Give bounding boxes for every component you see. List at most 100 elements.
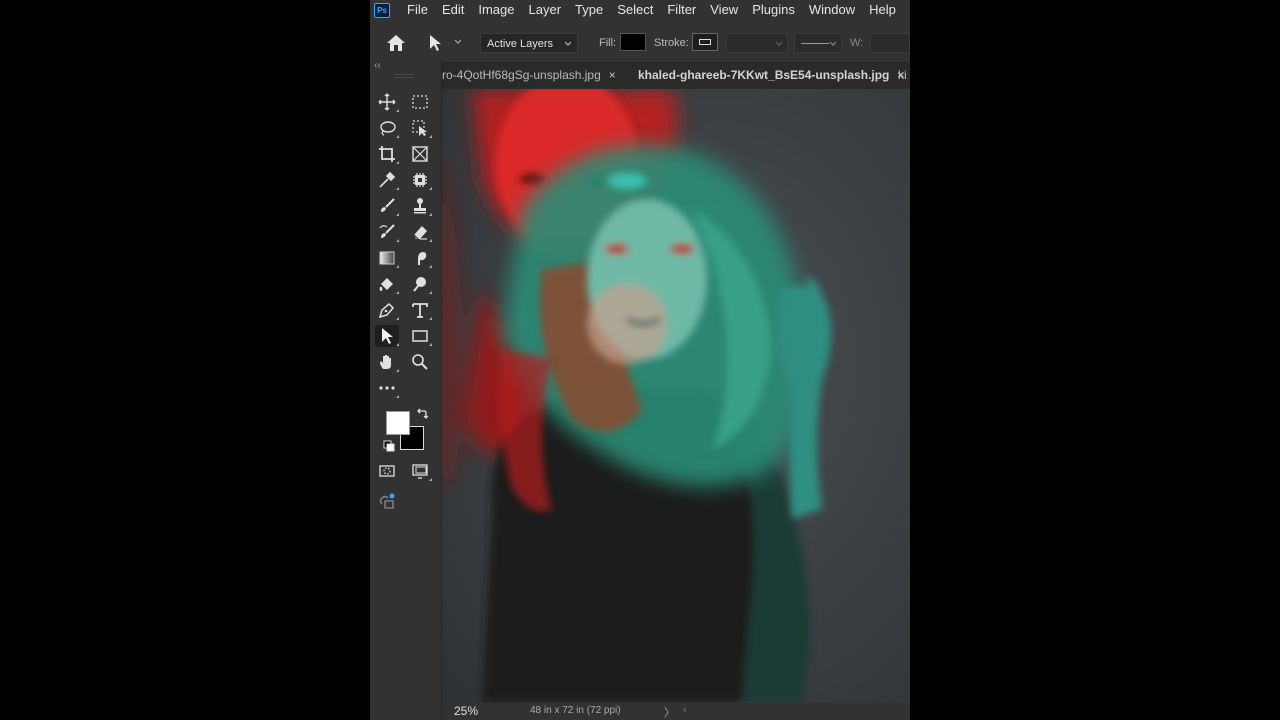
menu-image[interactable]: Image [471,0,521,20]
rectangle-icon [412,330,428,342]
smudge-finger-icon [418,252,427,265]
paint-bucket-icon [379,278,393,291]
frame-tool[interactable] [408,143,432,165]
lasso-icon [380,121,396,136]
document-size: 48 in x 72 in (72 ppi) [530,705,621,716]
move-icon [378,93,396,111]
zoom-level[interactable]: 25% [454,704,478,718]
photoshop-window: Ps File Edit Image Layer Type Select Fil… [370,0,910,720]
menu-select[interactable]: Select [610,0,660,20]
menu-view[interactable]: View [703,0,745,20]
spot-healing-tool[interactable] [408,169,432,191]
screen-mode-icon [412,464,428,479]
eyedropper-tool[interactable] [375,169,399,191]
collapse-panel-icon[interactable]: ‹‹ [374,60,381,71]
clone-stamp-tool[interactable] [408,195,432,217]
edit-toolbar-button[interactable] [375,377,399,399]
object-selection-tool[interactable] [408,117,432,139]
move-tool[interactable] [375,91,399,113]
chevron-down-icon [829,41,837,46]
chevron-down-icon [564,41,572,46]
menu-type[interactable]: Type [568,0,610,20]
path-selection-preset-icon[interactable] [428,34,444,52]
menu-edit[interactable]: Edit [435,0,471,20]
menu-filter[interactable]: Filter [660,0,703,20]
quick-mask-icon [379,465,395,477]
eraser-tool[interactable] [408,221,432,243]
brush-tool[interactable] [375,195,399,217]
tab-document-3[interactable]: ki [898,63,907,89]
menu-help[interactable]: Help [862,0,903,20]
status-menu-arrow-icon[interactable]: 〉 [664,704,675,720]
foreground-color-swatch[interactable] [386,411,410,435]
menu-file[interactable]: File [400,0,435,20]
scroll-left-icon[interactable]: ‹ [683,704,687,716]
more-dots-icon [379,386,395,390]
stroke-label: Stroke: [654,37,689,49]
blur-tool[interactable] [408,247,432,269]
hand-icon [380,355,391,369]
frame-icon [412,146,428,162]
object-selection-icon [412,120,427,136]
crop-tool[interactable] [375,143,399,165]
stroke-type-dropdown[interactable] [794,33,842,53]
tab-document-1-label: ro-4QotHf68gSg-unsplash.jpg [442,68,601,82]
history-brush-icon [379,224,395,238]
pen-icon [378,302,395,319]
quick-mask-button[interactable] [375,460,399,482]
home-icon[interactable] [386,34,406,52]
chevron-down-icon [775,41,783,46]
width-label: W: [850,37,864,49]
path-selection-tool[interactable] [375,325,399,347]
content-credentials-button[interactable] [375,490,399,512]
stroke-color-swatch[interactable] [692,33,718,51]
width-field[interactable] [870,33,910,53]
stroke-width-field[interactable] [726,33,788,53]
close-icon[interactable]: × [609,68,616,82]
screen-mode-button[interactable] [408,460,432,482]
photoshop-logo[interactable]: Ps [374,2,390,18]
magnifier-icon [412,354,428,370]
content-credentials-icon [379,493,395,509]
tab-document-1[interactable]: ro-4QotHf68gSg-unsplash.jpg × [442,63,616,89]
zoom-tool[interactable] [408,351,432,373]
tab-document-3-label: ki [898,68,907,82]
options-bar: Active Layers Fill: Stroke: W: [370,22,910,63]
menu-plugins[interactable]: Plugins [745,0,802,20]
hand-tool[interactable] [375,351,399,373]
stamp-icon [414,198,426,214]
gradient-tool[interactable] [375,247,399,269]
canvas-photo[interactable] [442,89,910,703]
crop-icon [379,146,395,162]
dodge-tool[interactable] [408,273,432,295]
rectangular-marquee-tool[interactable] [408,91,432,113]
fill-color-swatch[interactable] [620,33,646,51]
canvas-area[interactable] [442,89,910,703]
menu-layer[interactable]: Layer [522,0,569,20]
status-bar: 25% 48 in x 72 in (72 ppi) 〉 ‹ [442,703,910,720]
fill-label: Fill: [599,37,617,49]
swap-colors-icon[interactable] [416,408,428,420]
type-tool[interactable] [408,299,432,321]
type-icon [412,303,428,318]
tools-panel: ‹‹ [370,58,442,720]
rectangle-tool[interactable] [408,325,432,347]
dodge-icon [413,277,426,292]
panel-grip[interactable] [394,74,414,78]
select-layers-dropdown[interactable]: Active Layers [480,33,578,53]
default-colors-icon[interactable] [383,440,395,452]
menu-bar: Ps File Edit Image Layer Type Select Fil… [370,0,910,20]
gradient-icon [379,251,395,265]
tab-document-2-label: khaled-ghareeb-7KKwt_BsE54-unsplash.jpg [638,68,890,82]
brush-icon [381,198,395,212]
tab-document-2[interactable]: khaled-ghareeb-7KKwt_BsE54-unsplash.jpg × [638,63,904,89]
paint-bucket-tool[interactable] [375,273,399,295]
arrow-cursor-icon [382,328,393,344]
eyedropper-icon [379,171,396,188]
history-brush-tool[interactable] [375,221,399,243]
lasso-tool[interactable] [375,117,399,139]
pen-tool[interactable] [375,299,399,321]
chevron-down-icon[interactable] [454,38,462,46]
select-layers-value: Active Layers [487,38,554,50]
menu-window[interactable]: Window [802,0,862,20]
